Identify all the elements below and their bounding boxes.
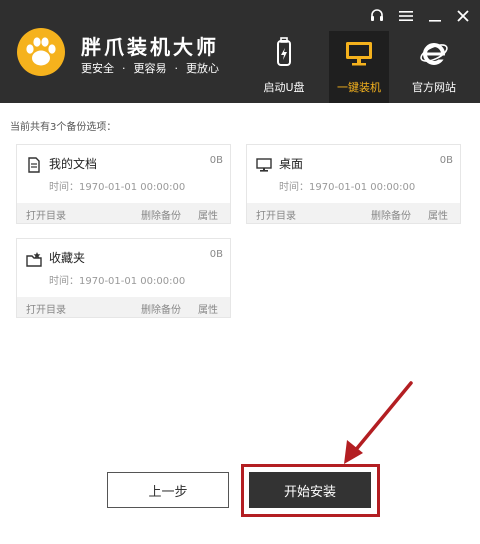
annotation-arrow [344,381,413,464]
previous-step-button[interactable]: 上一步 [107,472,229,508]
start-install-button[interactable]: 开始安装 [249,472,371,508]
